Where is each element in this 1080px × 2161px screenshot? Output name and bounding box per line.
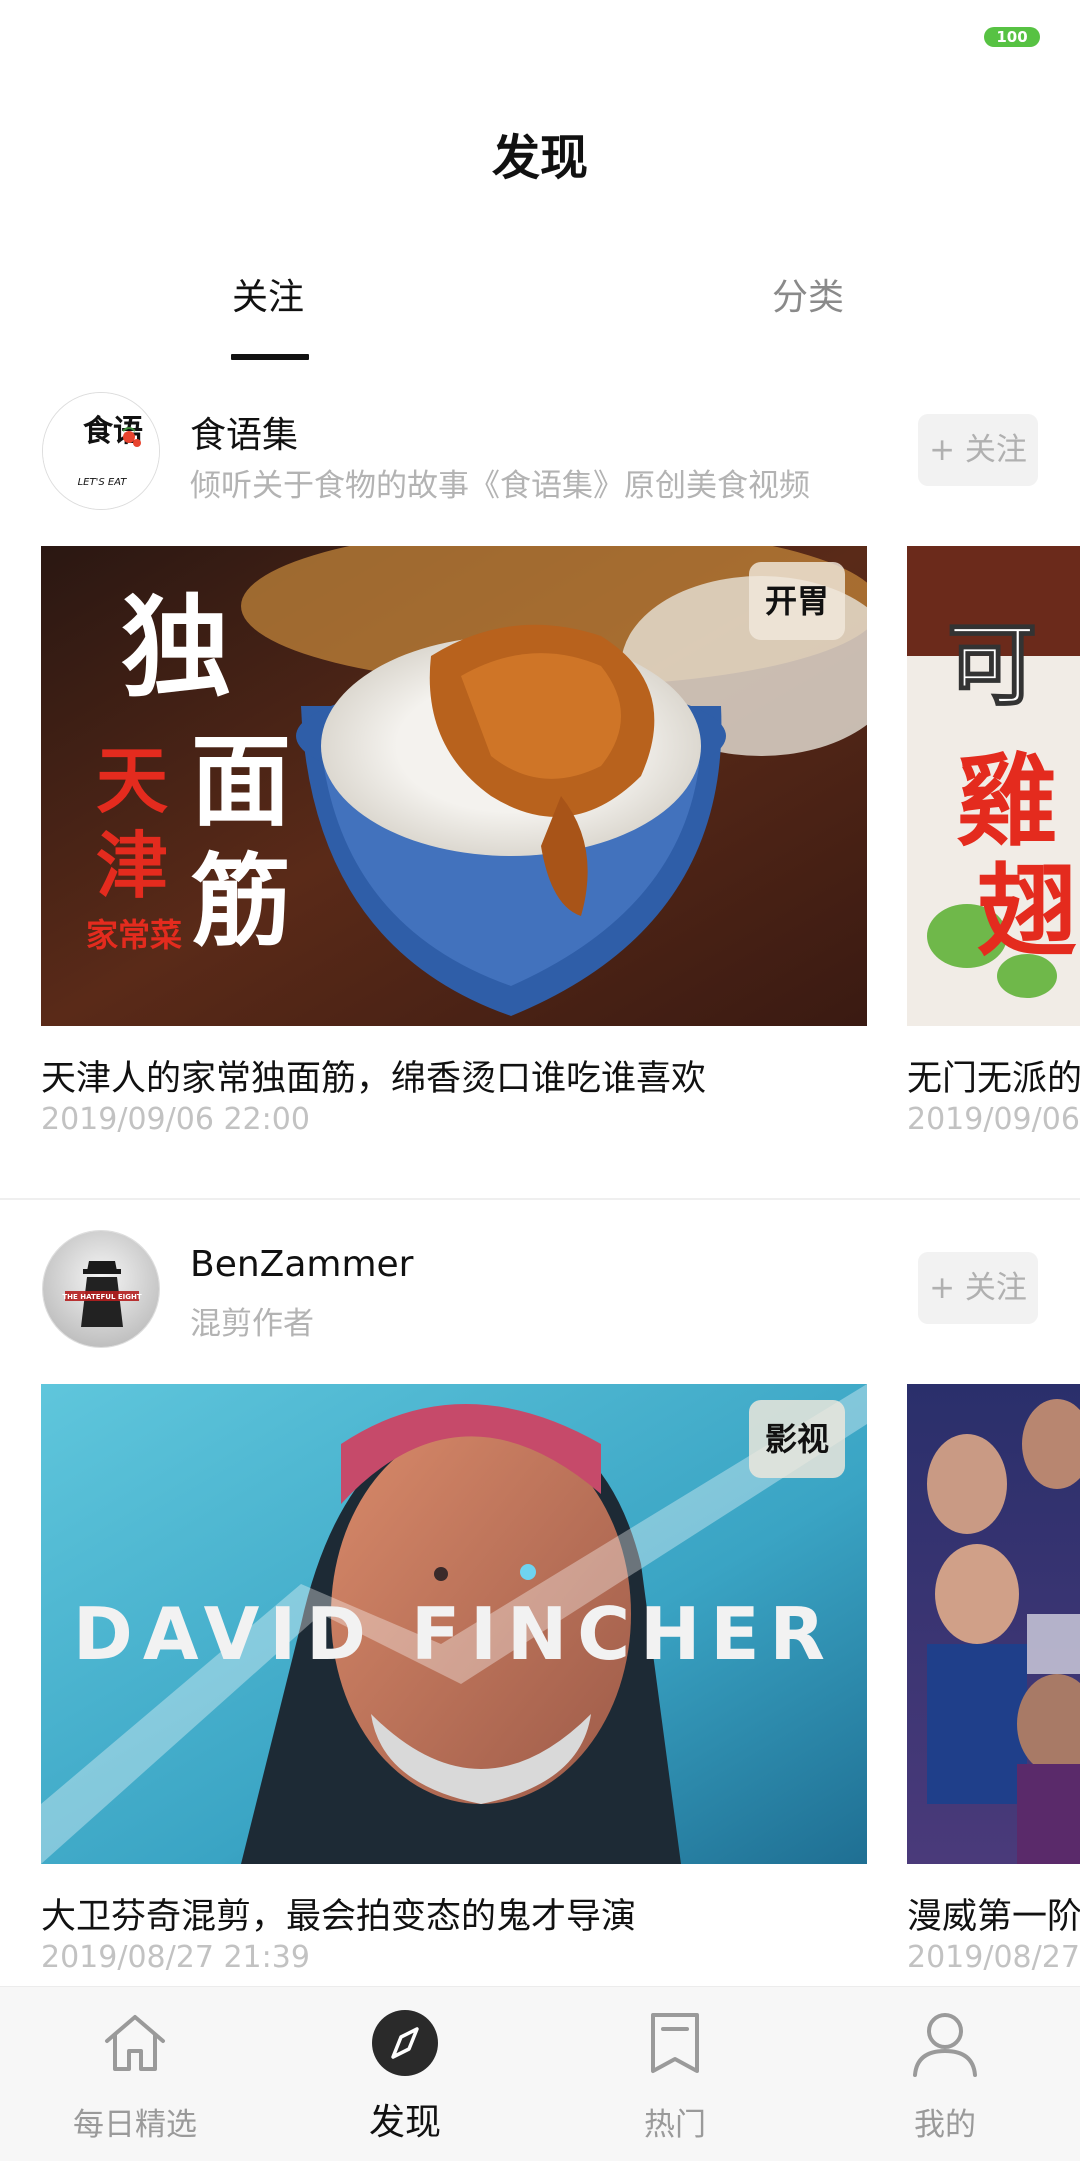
battery-indicator: 100 — [984, 27, 1040, 47]
home-icon — [105, 2015, 165, 2071]
category-tag: 开胃 — [748, 562, 845, 640]
svg-text:独: 独 — [121, 583, 231, 712]
svg-text:雞: 雞 — [957, 742, 1057, 860]
video-title[interactable]: 无门无派的 — [907, 1050, 1080, 1101]
channel-name[interactable]: 食语集 — [190, 406, 298, 458]
user-icon — [913, 2013, 977, 2077]
video-title[interactable]: 漫威第一阶 — [907, 1888, 1080, 1939]
video-date: 2019/08/27 21:39 — [41, 1940, 310, 1975]
nav-item-mine[interactable]: 我的 — [810, 1987, 1080, 2161]
channel-avatar[interactable]: THE HATEFUL EIGHT — [42, 1230, 160, 1348]
channel-name[interactable]: BenZammer — [190, 1244, 413, 1285]
video-card[interactable] — [907, 1384, 1080, 1864]
follow-button[interactable]: + 关注 — [918, 1252, 1038, 1324]
svg-text:可: 可 — [947, 612, 1037, 718]
svg-text:LET'S EAT: LET'S EAT — [78, 477, 128, 488]
video-title[interactable]: 大卫芬奇混剪，最会拍变态的鬼才导演 — [41, 1888, 636, 1939]
nav-item-hot[interactable]: 热门 — [540, 1987, 810, 2161]
nav-label: 每日精选 — [73, 2107, 197, 2143]
svg-text:面: 面 — [191, 722, 291, 840]
bookmark-icon — [651, 2013, 699, 2073]
video-date: 2019/09/06 22:00 — [41, 1102, 310, 1137]
channel-avatar[interactable]: 食语 LET'S EAT — [42, 392, 160, 510]
video-card[interactable]: DAVID FINCHER 影视 — [41, 1384, 867, 1864]
svg-text:THE HATEFUL EIGHT: THE HATEFUL EIGHT — [62, 1293, 141, 1301]
svg-text:翅: 翅 — [977, 852, 1077, 970]
nav-label: 热门 — [644, 2107, 706, 2143]
svg-text:家常菜: 家常菜 — [86, 916, 182, 954]
compass-icon — [372, 2010, 438, 2076]
avatar-logo-image: 食语 LET'S EAT — [43, 393, 159, 509]
tab-active-indicator — [231, 354, 309, 360]
status-bar: 100 — [0, 0, 1080, 70]
video-thumbnail — [907, 1384, 1080, 1864]
tab-follow[interactable]: 关注 — [232, 268, 304, 320]
page-title: 发现 — [491, 130, 588, 186]
channel-description: 混剪作者 — [190, 1306, 314, 1342]
tab-category[interactable]: 分类 — [772, 268, 844, 320]
bottom-nav: 每日精选 发现 热门 我的 — [0, 1986, 1080, 2161]
video-card[interactable]: 独 面 筋 天 津 家常菜 开胃 — [41, 546, 867, 1026]
video-thumbnail: 可 雞 翅 — [907, 546, 1080, 1026]
video-thumbnail: 独 面 筋 天 津 家常菜 — [41, 546, 867, 1026]
follow-button[interactable]: + 关注 — [918, 414, 1038, 486]
nav-item-discover[interactable]: 发现 — [270, 1987, 540, 2161]
video-title[interactable]: 天津人的家常独面筋，绵香烫口谁吃谁喜欢 — [41, 1050, 706, 1101]
avatar-poster-image: THE HATEFUL EIGHT — [43, 1231, 159, 1347]
category-tag: 影视 — [748, 1400, 845, 1478]
svg-text:津: 津 — [96, 823, 168, 908]
channel-description: 倾听关于食物的故事《食语集》原创美食视频 — [190, 468, 810, 504]
section-divider — [0, 1198, 1080, 1200]
svg-text:DAVID FINCHER: DAVID FINCHER — [73, 1592, 835, 1676]
svg-text:天: 天 — [96, 738, 168, 823]
svg-text:筋: 筋 — [191, 842, 291, 960]
nav-item-daily[interactable]: 每日精选 — [0, 1987, 270, 2161]
video-date: 2019/08/27 — [907, 1940, 1080, 1975]
nav-label: 发现 — [368, 2102, 441, 2143]
video-card[interactable]: 可 雞 翅 — [907, 546, 1080, 1026]
nav-label: 我的 — [914, 2107, 976, 2143]
video-thumbnail: DAVID FINCHER — [41, 1384, 867, 1864]
video-date: 2019/09/06 — [907, 1102, 1080, 1137]
